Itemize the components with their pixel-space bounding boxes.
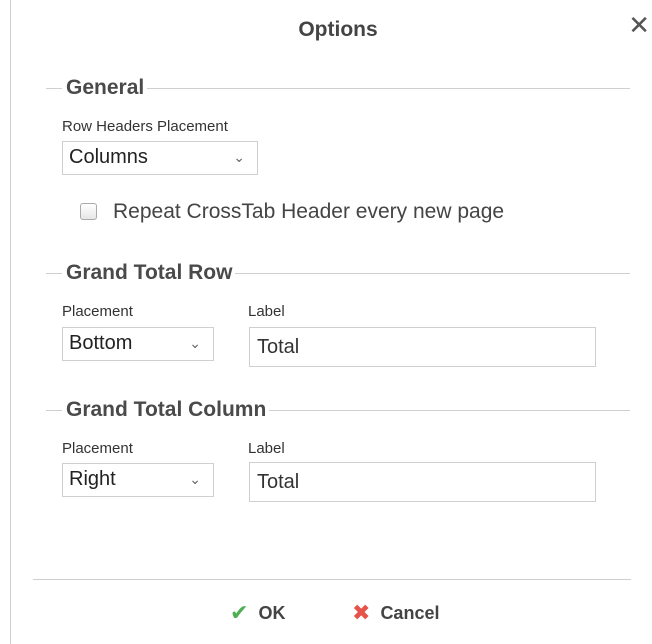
- options-dialog: Options ✕ General Row Headers Placement …: [0, 0, 652, 644]
- repeat-header-label[interactable]: Repeat CrossTab Header every new page: [113, 200, 504, 224]
- ok-label: OK: [258, 602, 286, 623]
- chevron-down-icon: ⌄: [189, 471, 201, 487]
- chevron-down-icon: ⌄: [233, 149, 245, 165]
- footer-divider: [33, 579, 631, 580]
- row-placement-select[interactable]: Bottom ⌄: [62, 327, 214, 361]
- row-label-input[interactable]: Total: [249, 327, 596, 367]
- grand-total-column-legend: Grand Total Column: [62, 398, 270, 422]
- cancel-button[interactable]: ✖ Cancel: [352, 600, 439, 626]
- column-placement-select[interactable]: Right ⌄: [62, 463, 214, 497]
- repeat-header-checkbox[interactable]: [80, 203, 97, 220]
- row-headers-placement-select[interactable]: Columns ⌄: [62, 141, 258, 175]
- x-icon: ✖: [352, 600, 371, 625]
- close-icon[interactable]: ✕: [628, 12, 650, 38]
- select-value: Columns: [69, 146, 148, 168]
- grand-total-row-legend: Grand Total Row: [62, 261, 236, 285]
- dialog-border: [10, 0, 11, 644]
- chevron-down-icon: ⌄: [189, 335, 201, 351]
- row-placement-label: Placement: [62, 303, 133, 320]
- cancel-label: Cancel: [380, 602, 440, 623]
- select-value: Right: [69, 468, 116, 490]
- check-icon: ✔: [230, 600, 249, 625]
- select-value: Bottom: [69, 332, 133, 354]
- row-label-label: Label: [248, 303, 285, 320]
- column-label-input[interactable]: Total: [249, 462, 596, 502]
- dialog-title: Options: [298, 18, 378, 41]
- ok-button[interactable]: ✔ OK: [230, 600, 285, 626]
- column-placement-label: Placement: [62, 440, 133, 457]
- column-label-label: Label: [248, 440, 285, 457]
- general-legend: General: [62, 76, 148, 100]
- row-headers-placement-label: Row Headers Placement: [62, 118, 228, 135]
